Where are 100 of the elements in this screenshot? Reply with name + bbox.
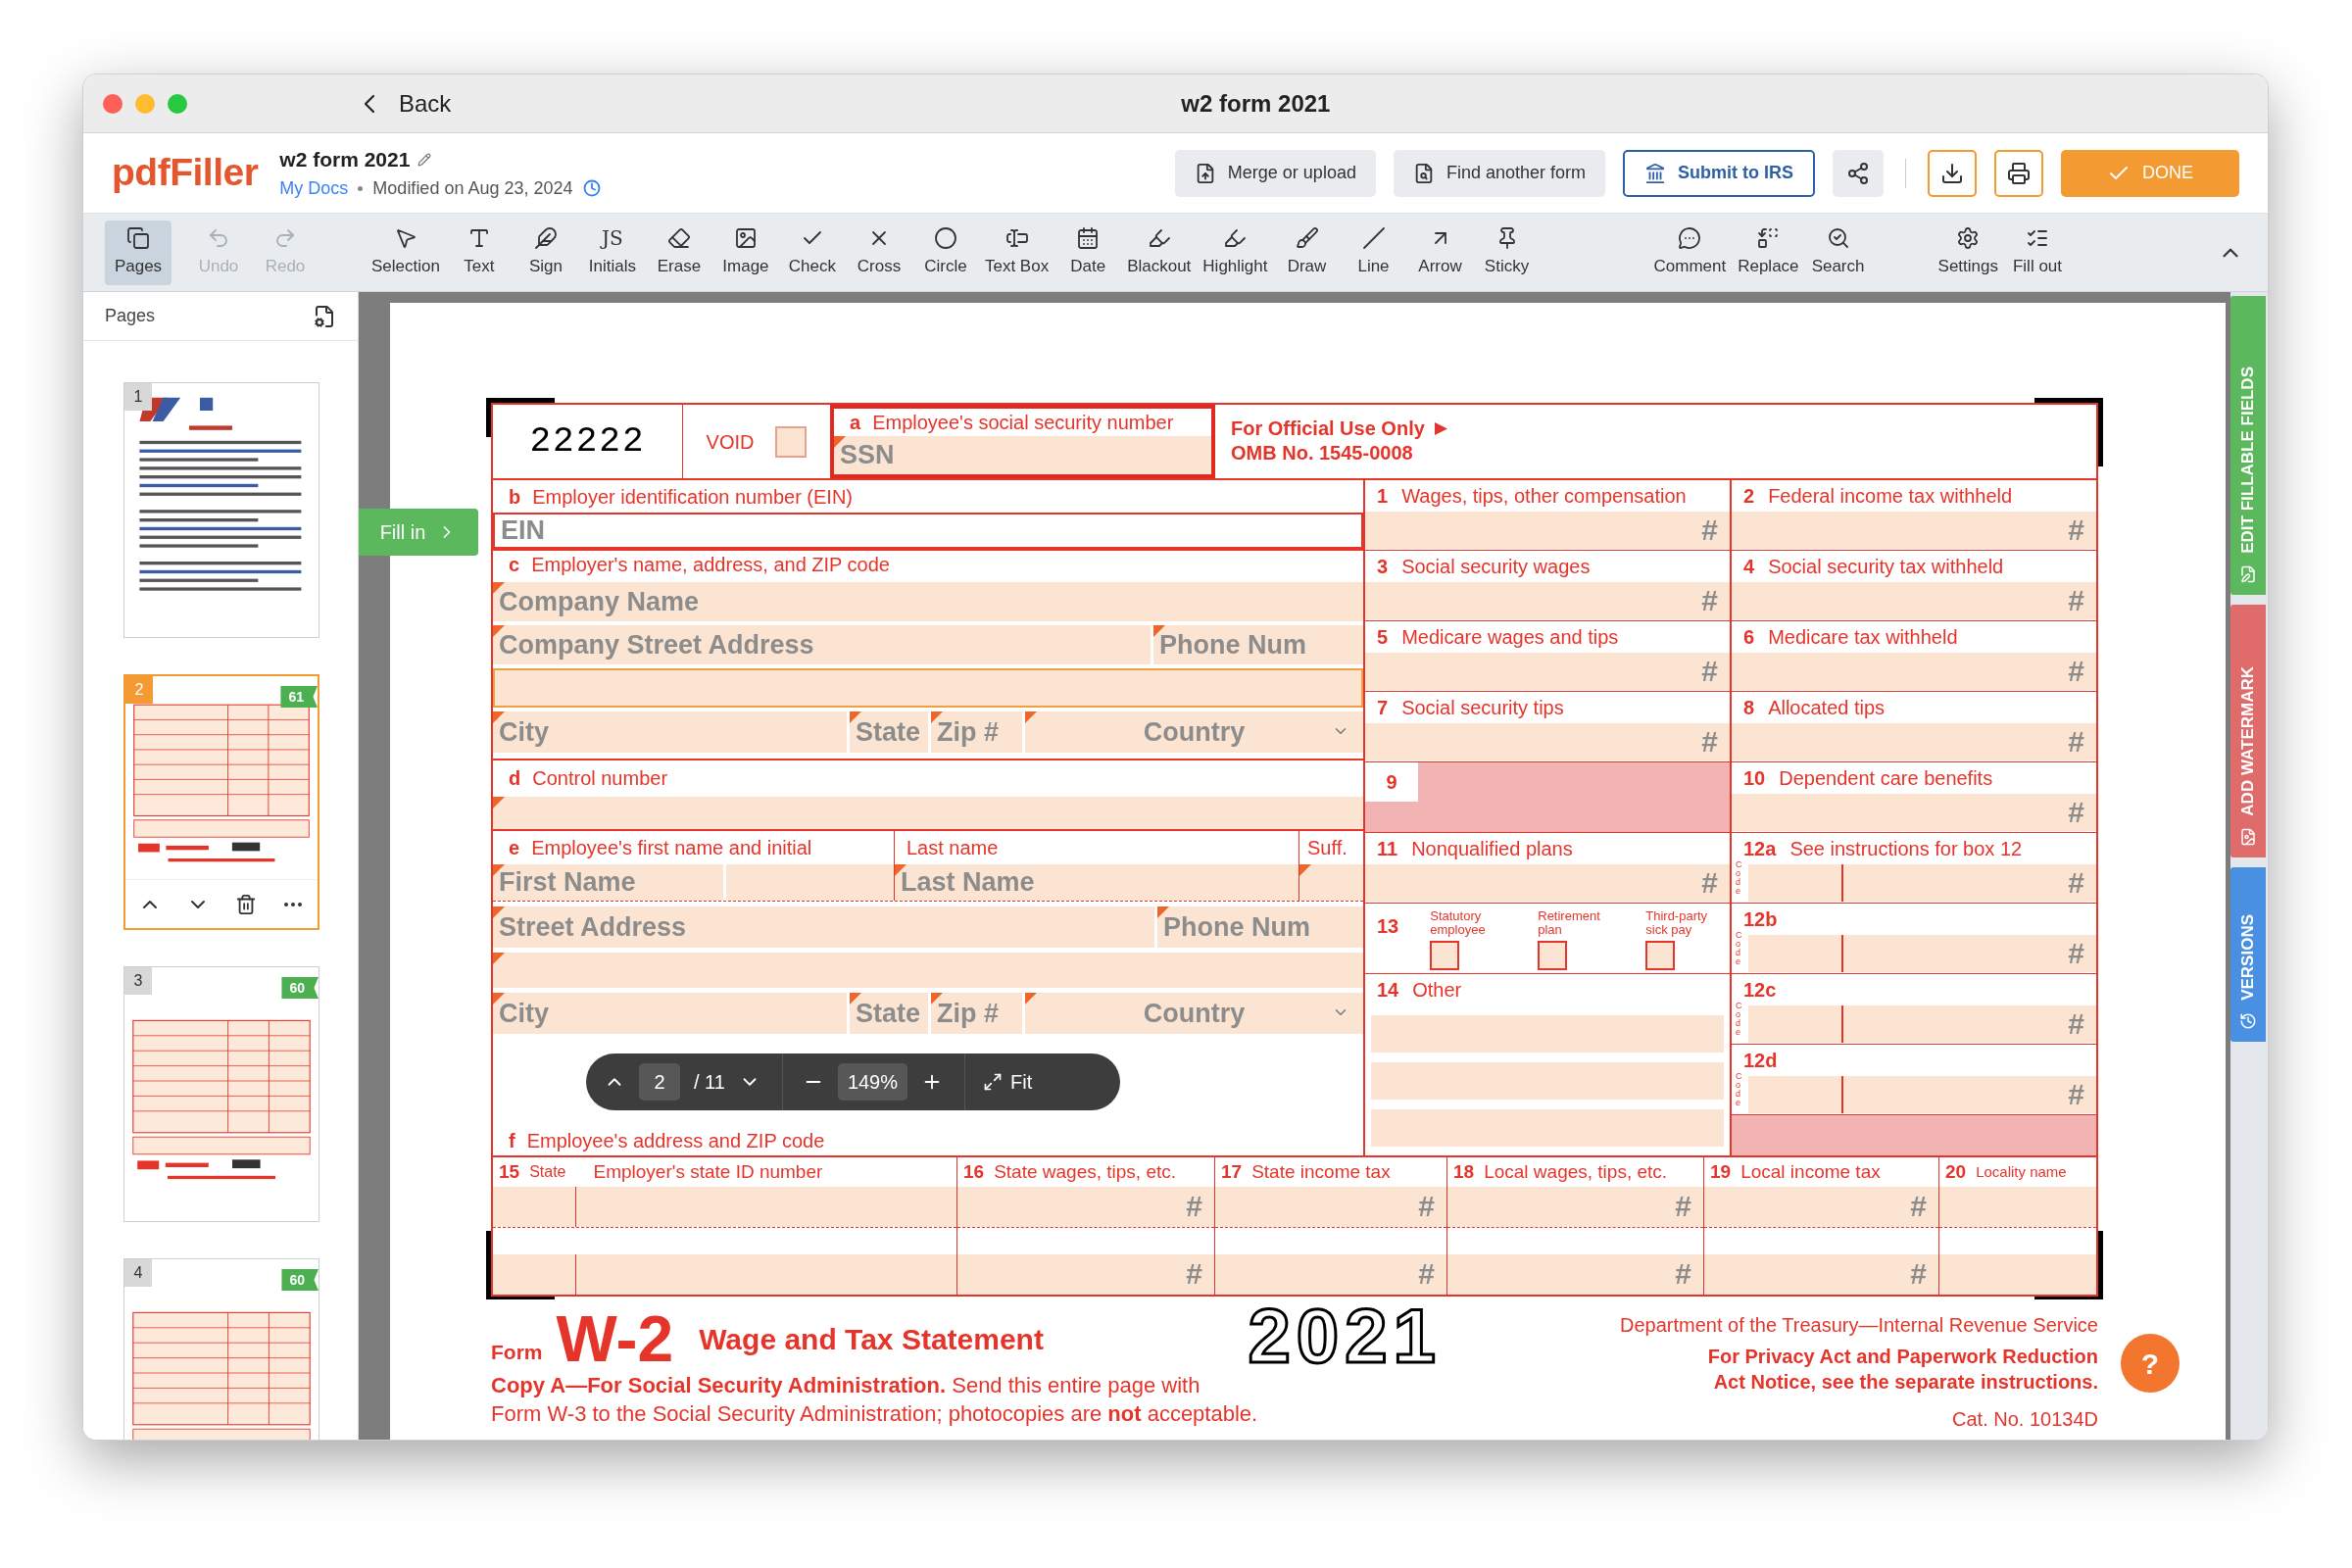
print-button[interactable] <box>1994 149 2043 197</box>
amount-field[interactable]: # <box>1704 1186 1938 1227</box>
address-line-field[interactable] <box>493 668 1363 708</box>
toolbar-button[interactable]: Find another form <box>1393 149 1605 197</box>
city-field[interactable]: City <box>493 993 847 1034</box>
page-thumbnail[interactable]: 4 60 <box>123 1258 319 1440</box>
locality-field[interactable] <box>1939 1186 2096 1227</box>
tool-button[interactable]: Sticky <box>1473 220 1541 285</box>
share-button[interactable] <box>1833 149 1884 197</box>
last-name-field[interactable]: Last Name <box>895 863 1298 901</box>
tool-button[interactable]: Comment <box>1647 220 1733 285</box>
tool-button[interactable]: Cross <box>845 220 912 285</box>
state-field[interactable]: State <box>850 993 928 1034</box>
amount-field[interactable]: # <box>1704 1253 1938 1295</box>
toolbar-button[interactable]: Merge or upload <box>1174 149 1376 197</box>
amount-field[interactable]: # <box>1215 1186 1446 1227</box>
tool-button[interactable]: Selection <box>366 220 446 285</box>
amount-field[interactable]: # <box>1365 653 1730 690</box>
code-field[interactable] <box>1748 1005 1841 1043</box>
tool-button[interactable]: JS Initials <box>578 220 646 285</box>
address-line-field[interactable] <box>493 953 1363 988</box>
page-thumbnail[interactable]: 1 <box>123 382 319 638</box>
tool-button[interactable]: Line <box>1340 220 1407 285</box>
amount-field[interactable]: # <box>957 1253 1214 1295</box>
back-button[interactable]: Back <box>354 85 452 122</box>
amount-field[interactable]: # <box>1843 1076 2096 1113</box>
amount-field[interactable]: # <box>1732 794 2096 831</box>
tool-button[interactable]: Circle <box>911 220 979 285</box>
checkbox[interactable] <box>1430 941 1460 970</box>
other-field[interactable] <box>1371 1109 1724 1147</box>
state-id-field[interactable] <box>576 1253 956 1295</box>
code-field[interactable] <box>1748 864 1841 902</box>
trash-icon[interactable] <box>234 893 257 915</box>
control-number-field[interactable] <box>493 796 1363 829</box>
page-thumbnail[interactable]: 3 60 <box>123 966 319 1222</box>
tool-button[interactable]: Highlight <box>1197 220 1274 285</box>
city-field[interactable]: City <box>493 711 847 753</box>
code-field[interactable] <box>1748 935 1841 972</box>
checkbox[interactable] <box>1538 941 1568 970</box>
locality-field[interactable] <box>1939 1253 2096 1295</box>
state-id-field[interactable] <box>576 1186 956 1227</box>
phone-field[interactable]: Phone Num <box>1157 906 1363 948</box>
ssn-field[interactable]: SSN <box>834 436 1211 474</box>
amount-field[interactable]: # <box>1843 935 2096 972</box>
amount-field[interactable]: # <box>1365 582 1730 619</box>
amount-field[interactable]: # <box>1365 723 1730 760</box>
other-field[interactable] <box>1371 1062 1724 1100</box>
country-dropdown[interactable]: Country <box>1025 993 1363 1034</box>
amount-field[interactable]: # <box>1732 723 2096 760</box>
tool-button[interactable]: Text Box <box>978 220 1055 285</box>
amount-field[interactable]: # <box>1732 512 2096 549</box>
tool-button[interactable]: Erase <box>645 220 712 285</box>
tool-button[interactable]: Search <box>1804 220 1872 285</box>
amount-field[interactable]: # <box>957 1186 1214 1227</box>
amount-field[interactable]: # <box>1447 1253 1703 1295</box>
page-number-field[interactable]: 2 <box>639 1063 680 1101</box>
amount-field[interactable]: # <box>1447 1186 1703 1227</box>
tool-button[interactable]: Sign <box>512 220 579 285</box>
company-name-field[interactable]: Company Name <box>493 582 1363 621</box>
zip-field[interactable]: Zip # <box>931 711 1022 753</box>
tool-button[interactable]: Fill out <box>2004 220 2071 285</box>
amount-field[interactable]: # <box>1365 864 1730 902</box>
zip-field[interactable]: Zip # <box>931 993 1022 1034</box>
tool-button[interactable]: Pages <box>105 220 172 285</box>
first-name-field[interactable]: First Name <box>493 863 723 901</box>
code-field[interactable] <box>1748 1076 1841 1113</box>
tool-button[interactable]: Arrow <box>1406 220 1474 285</box>
amount-field[interactable]: # <box>1732 653 2096 690</box>
amount-field[interactable]: # <box>1732 582 2096 619</box>
toolbar-button[interactable]: Submit to IRS <box>1623 149 1815 197</box>
initial-field[interactable] <box>726 863 894 901</box>
checkbox[interactable] <box>1645 941 1676 970</box>
street-address-field[interactable]: Company Street Address <box>493 625 1151 664</box>
amount-field[interactable]: # <box>1843 1005 2096 1043</box>
download-button[interactable] <box>1928 149 1977 197</box>
suffix-field[interactable] <box>1299 863 1363 901</box>
state-code-field[interactable] <box>493 1253 575 1295</box>
amount-field[interactable]: # <box>1215 1253 1446 1295</box>
amount-field[interactable]: # <box>1843 864 2096 902</box>
ein-field[interactable]: EIN <box>493 513 1363 549</box>
other-field[interactable] <box>1371 1015 1724 1053</box>
tool-button[interactable]: Settings <box>1932 220 2004 285</box>
my-docs-link[interactable]: My Docs <box>279 174 349 202</box>
tool-button[interactable]: Blackout <box>1121 220 1198 285</box>
void-checkbox[interactable] <box>775 425 808 458</box>
amount-field[interactable]: # <box>1365 512 1730 549</box>
tool-button[interactable]: Image <box>711 220 779 285</box>
phone-field[interactable]: Phone Num <box>1153 625 1363 664</box>
tool-button[interactable]: Date <box>1054 220 1122 285</box>
zoom-window-button[interactable] <box>168 93 187 114</box>
country-dropdown[interactable]: Country <box>1025 711 1363 753</box>
close-window-button[interactable] <box>103 93 122 114</box>
tool-button[interactable]: Text <box>445 220 513 285</box>
tool-button[interactable]: Draw <box>1273 220 1341 285</box>
tool-button[interactable]: Replace <box>1732 220 1805 285</box>
state-field[interactable]: State <box>850 711 928 753</box>
street-address-field[interactable]: Street Address <box>493 906 1154 948</box>
tool-button[interactable]: Check <box>778 220 846 285</box>
state-code-field[interactable] <box>493 1186 575 1227</box>
minimize-window-button[interactable] <box>135 93 155 114</box>
